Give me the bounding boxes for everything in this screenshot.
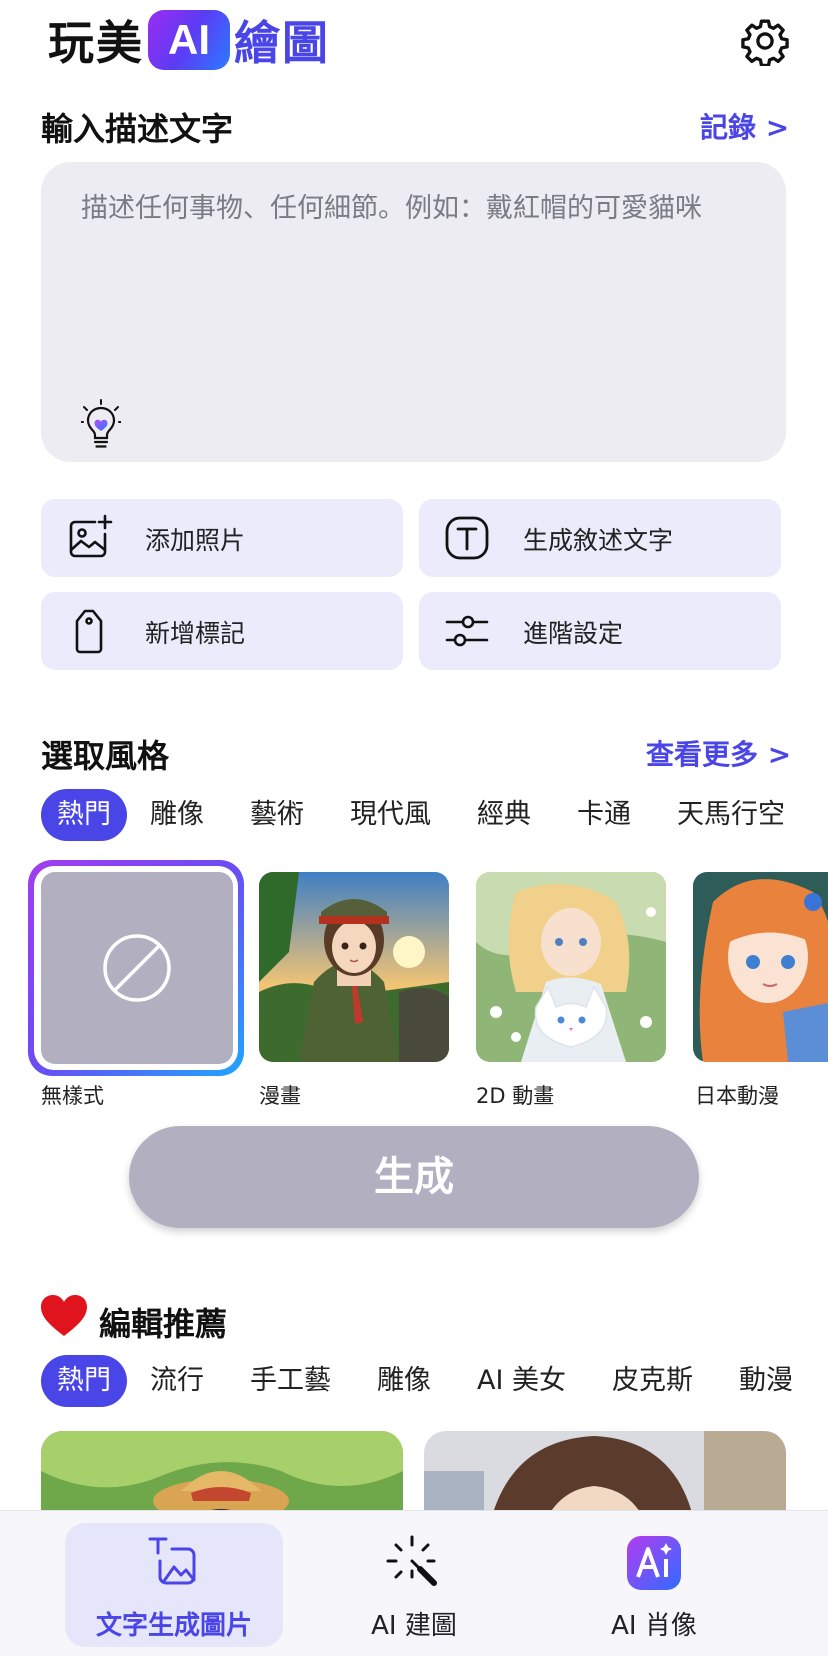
- no-style-icon: [103, 934, 171, 1002]
- add-photo-icon: [69, 514, 113, 558]
- sliders-icon: [445, 615, 489, 647]
- view-more-link[interactable]: 查看更多 >: [646, 733, 791, 773]
- style-label-japanese-anime: 日本動漫: [695, 1084, 779, 1108]
- style-card-2d-anime[interactable]: [476, 872, 666, 1062]
- featured-tab-craft[interactable]: 手工藝: [227, 1355, 354, 1407]
- japanese-anime-thumbnail: [693, 872, 828, 1062]
- featured-tab-pixar[interactable]: 皮克斯: [589, 1355, 716, 1407]
- style-label-none: 無樣式: [41, 1084, 104, 1108]
- style-card-manga[interactable]: [259, 872, 449, 1062]
- magic-wand-icon: [386, 1535, 437, 1586]
- manga-thumbnail: [259, 872, 449, 1062]
- app-header: 玩美 AI 繪圖: [0, 0, 828, 90]
- featured-tab-statue[interactable]: 雕像: [354, 1355, 454, 1407]
- style-label-2d-anime: 2D 動畫: [476, 1084, 555, 1108]
- nav-ai-build-label: AI 建圖: [371, 1611, 457, 1641]
- add-photo-label: 添加照片: [145, 526, 246, 555]
- style-card-none[interactable]: [41, 872, 233, 1064]
- prompt-input[interactable]: [81, 190, 761, 390]
- add-tag-label: 新增標記: [145, 619, 246, 648]
- style-tabs: 熱門 雕像 藝術 現代風 經典 卡通 天馬行空 風: [41, 789, 828, 841]
- style-tab-fantasy[interactable]: 天馬行空: [654, 789, 808, 841]
- featured-tab-trending[interactable]: 流行: [127, 1355, 227, 1407]
- 2d-anime-thumbnail: [476, 872, 666, 1062]
- prompt-section-title: 輸入描述文字: [41, 110, 234, 148]
- style-tab-classic[interactable]: 經典: [454, 789, 554, 841]
- style-tab-modern[interactable]: 現代風: [327, 789, 454, 841]
- style-label-manga: 漫畫: [259, 1084, 301, 1108]
- style-tab-more[interactable]: 風: [808, 789, 828, 841]
- logo-prefix: 玩美: [48, 16, 144, 70]
- style-tab-cartoon[interactable]: 卡通: [554, 789, 654, 841]
- ai-portrait-icon: [627, 1536, 681, 1590]
- generate-description-label: 生成敘述文字: [523, 526, 674, 555]
- style-tab-statue[interactable]: 雕像: [127, 789, 227, 841]
- history-link[interactable]: 記錄 >: [700, 106, 789, 146]
- app-logo: 玩美 AI 繪圖: [48, 8, 330, 72]
- style-tab-art[interactable]: 藝術: [227, 789, 327, 841]
- generate-button[interactable]: 生成: [129, 1126, 699, 1228]
- heart-icon: [41, 1295, 87, 1336]
- style-card-japanese-anime[interactable]: [693, 872, 828, 1062]
- featured-tab-popular[interactable]: 熱門: [41, 1355, 127, 1407]
- nav-text-to-image[interactable]: 文字生成圖片: [65, 1523, 283, 1647]
- nav-ai-build[interactable]: AI 建圖: [305, 1523, 523, 1647]
- text-t-icon: [445, 516, 489, 560]
- featured-section-title: 編輯推薦: [99, 1305, 228, 1343]
- featured-tabs: 熱門 流行 手工藝 雕像 AI 美女 皮克斯 動漫 網: [41, 1355, 828, 1407]
- featured-tab-anime[interactable]: 動漫: [716, 1355, 816, 1407]
- text-to-image-icon: [148, 1537, 196, 1585]
- advanced-settings-button[interactable]: 進階設定: [419, 592, 781, 670]
- add-tag-button[interactable]: 新增標記: [41, 592, 403, 670]
- add-photo-button[interactable]: 添加照片: [41, 499, 403, 577]
- settings-gear-icon[interactable]: [740, 16, 790, 66]
- lightbulb-icon[interactable]: [81, 398, 121, 450]
- nav-text-to-image-label: 文字生成圖片: [95, 1611, 252, 1641]
- generate-description-button[interactable]: 生成敘述文字: [419, 499, 781, 577]
- tag-icon: [75, 609, 103, 654]
- logo-ai-badge: AI: [148, 10, 230, 70]
- nav-ai-portrait[interactable]: AI 肖像: [545, 1523, 763, 1647]
- featured-tab-more[interactable]: 網: [816, 1355, 828, 1407]
- nav-ai-portrait-label: AI 肖像: [611, 1611, 697, 1641]
- style-section-title: 選取風格: [41, 737, 170, 775]
- style-tab-popular[interactable]: 熱門: [41, 789, 127, 841]
- logo-suffix: 繪圖: [234, 16, 330, 70]
- prompt-box: [41, 162, 786, 462]
- advanced-settings-label: 進階設定: [523, 619, 624, 648]
- featured-tab-ai-beauty[interactable]: AI 美女: [454, 1355, 589, 1407]
- bottom-navigation: 文字生成圖片 AI 建圖 AI 肖像: [0, 1510, 828, 1656]
